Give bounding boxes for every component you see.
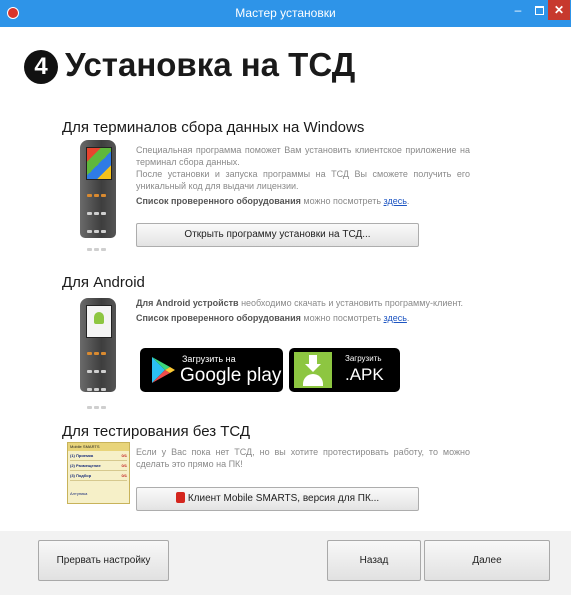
windows-description-2: После установки и запуска программы на Т… — [136, 169, 470, 191]
apk-big-label: .APK — [345, 365, 384, 384]
preview-row-num: (2) — [70, 463, 75, 468]
google-play-small-label: Загрузить на — [182, 354, 236, 364]
preview-footer: Алтуника — [70, 491, 88, 496]
mobile-smarts-preview-image: Mobile SMARTS (1) Приемка 0/1 (2) Размещ… — [67, 442, 130, 504]
test-section-title: Для тестирования без ТСД — [62, 423, 251, 440]
preview-row-count: 0/1 — [121, 473, 127, 478]
preview-row-label: Размещение — [76, 463, 101, 468]
android-logo-icon — [86, 305, 112, 338]
preview-row: (2) Размещение 0/1 — [70, 461, 127, 471]
next-button[interactable]: Далее — [424, 540, 550, 581]
windows-terminal-image — [80, 140, 116, 251]
pdf-icon — [175, 492, 185, 503]
android-section-description: Для Android устройств необходимо скачать… — [136, 298, 463, 323]
windows-description-1: Специальная программа поможет Вам устано… — [136, 145, 470, 167]
android-download-icon — [294, 352, 332, 388]
keypad-icon — [86, 184, 110, 256]
windows-logo-icon — [86, 147, 112, 180]
google-play-big-label: Google play — [180, 365, 282, 386]
step-number-badge: 4 — [24, 50, 58, 84]
preview-row-label: Приемка — [76, 453, 94, 458]
preview-row: (1) Приемка 0/1 — [70, 451, 127, 461]
abort-setup-button[interactable]: Прервать настройку — [38, 540, 169, 581]
pc-client-button-label: Клиент Mobile SMARTS, версия для ПК... — [187, 493, 380, 504]
windows-section-description: Специальная программа поможет Вам устано… — [136, 145, 470, 206]
android-section-title: Для Android — [62, 274, 145, 291]
window-title: Мастер установки — [235, 6, 336, 20]
download-apk-button[interactable]: Загрузить .APK — [289, 348, 400, 392]
open-installer-button[interactable]: Открыть программу установки на ТСД... — [136, 223, 419, 247]
preview-row-num: (3) — [70, 473, 75, 478]
windows-section-title: Для терминалов сбора данных на Windows — [62, 119, 365, 136]
maximize-icon — [534, 6, 544, 15]
pc-client-button[interactable]: Клиент Mobile SMARTS, версия для ПК... — [136, 487, 419, 511]
android-equipment-link[interactable]: здесь — [384, 313, 407, 323]
preview-row-num: (1) — [70, 453, 75, 458]
android-description: необходимо скачать и установить программ… — [241, 298, 463, 308]
windows-equipment-link[interactable]: здесь — [384, 196, 407, 206]
google-play-button[interactable]: Загрузить на Google play — [140, 348, 283, 392]
minimize-button[interactable]: – — [507, 0, 529, 20]
keypad-icon — [86, 342, 110, 414]
close-button[interactable]: ✕ — [548, 0, 570, 20]
android-terminal-image — [80, 298, 116, 409]
android-equipment-label: Список проверенного оборудования — [136, 313, 301, 323]
google-play-icon — [152, 357, 175, 383]
test-section-description: Если у Вас пока нет ТСД, но вы хотите пр… — [136, 447, 470, 469]
page-title: Установка на ТСД — [65, 46, 356, 83]
maximize-button[interactable] — [529, 0, 549, 20]
preview-row-label: Подбор — [76, 473, 92, 478]
apk-small-label: Загрузить — [345, 354, 382, 363]
title-bar: Мастер установки – ✕ — [0, 0, 571, 27]
windows-equipment-text: можно посмотреть — [303, 196, 382, 206]
windows-equipment-label: Список проверенного оборудования — [136, 196, 301, 206]
preview-row-count: 0/1 — [121, 453, 127, 458]
preview-row-count: 0/1 — [121, 463, 127, 468]
preview-title: Mobile SMARTS — [68, 443, 129, 451]
android-description-bold: Для Android устройств — [136, 298, 239, 308]
preview-row: (3) Подбор 0/1 — [70, 471, 127, 481]
android-equipment-text: можно посмотреть — [303, 313, 382, 323]
back-button[interactable]: Назад — [327, 540, 421, 581]
